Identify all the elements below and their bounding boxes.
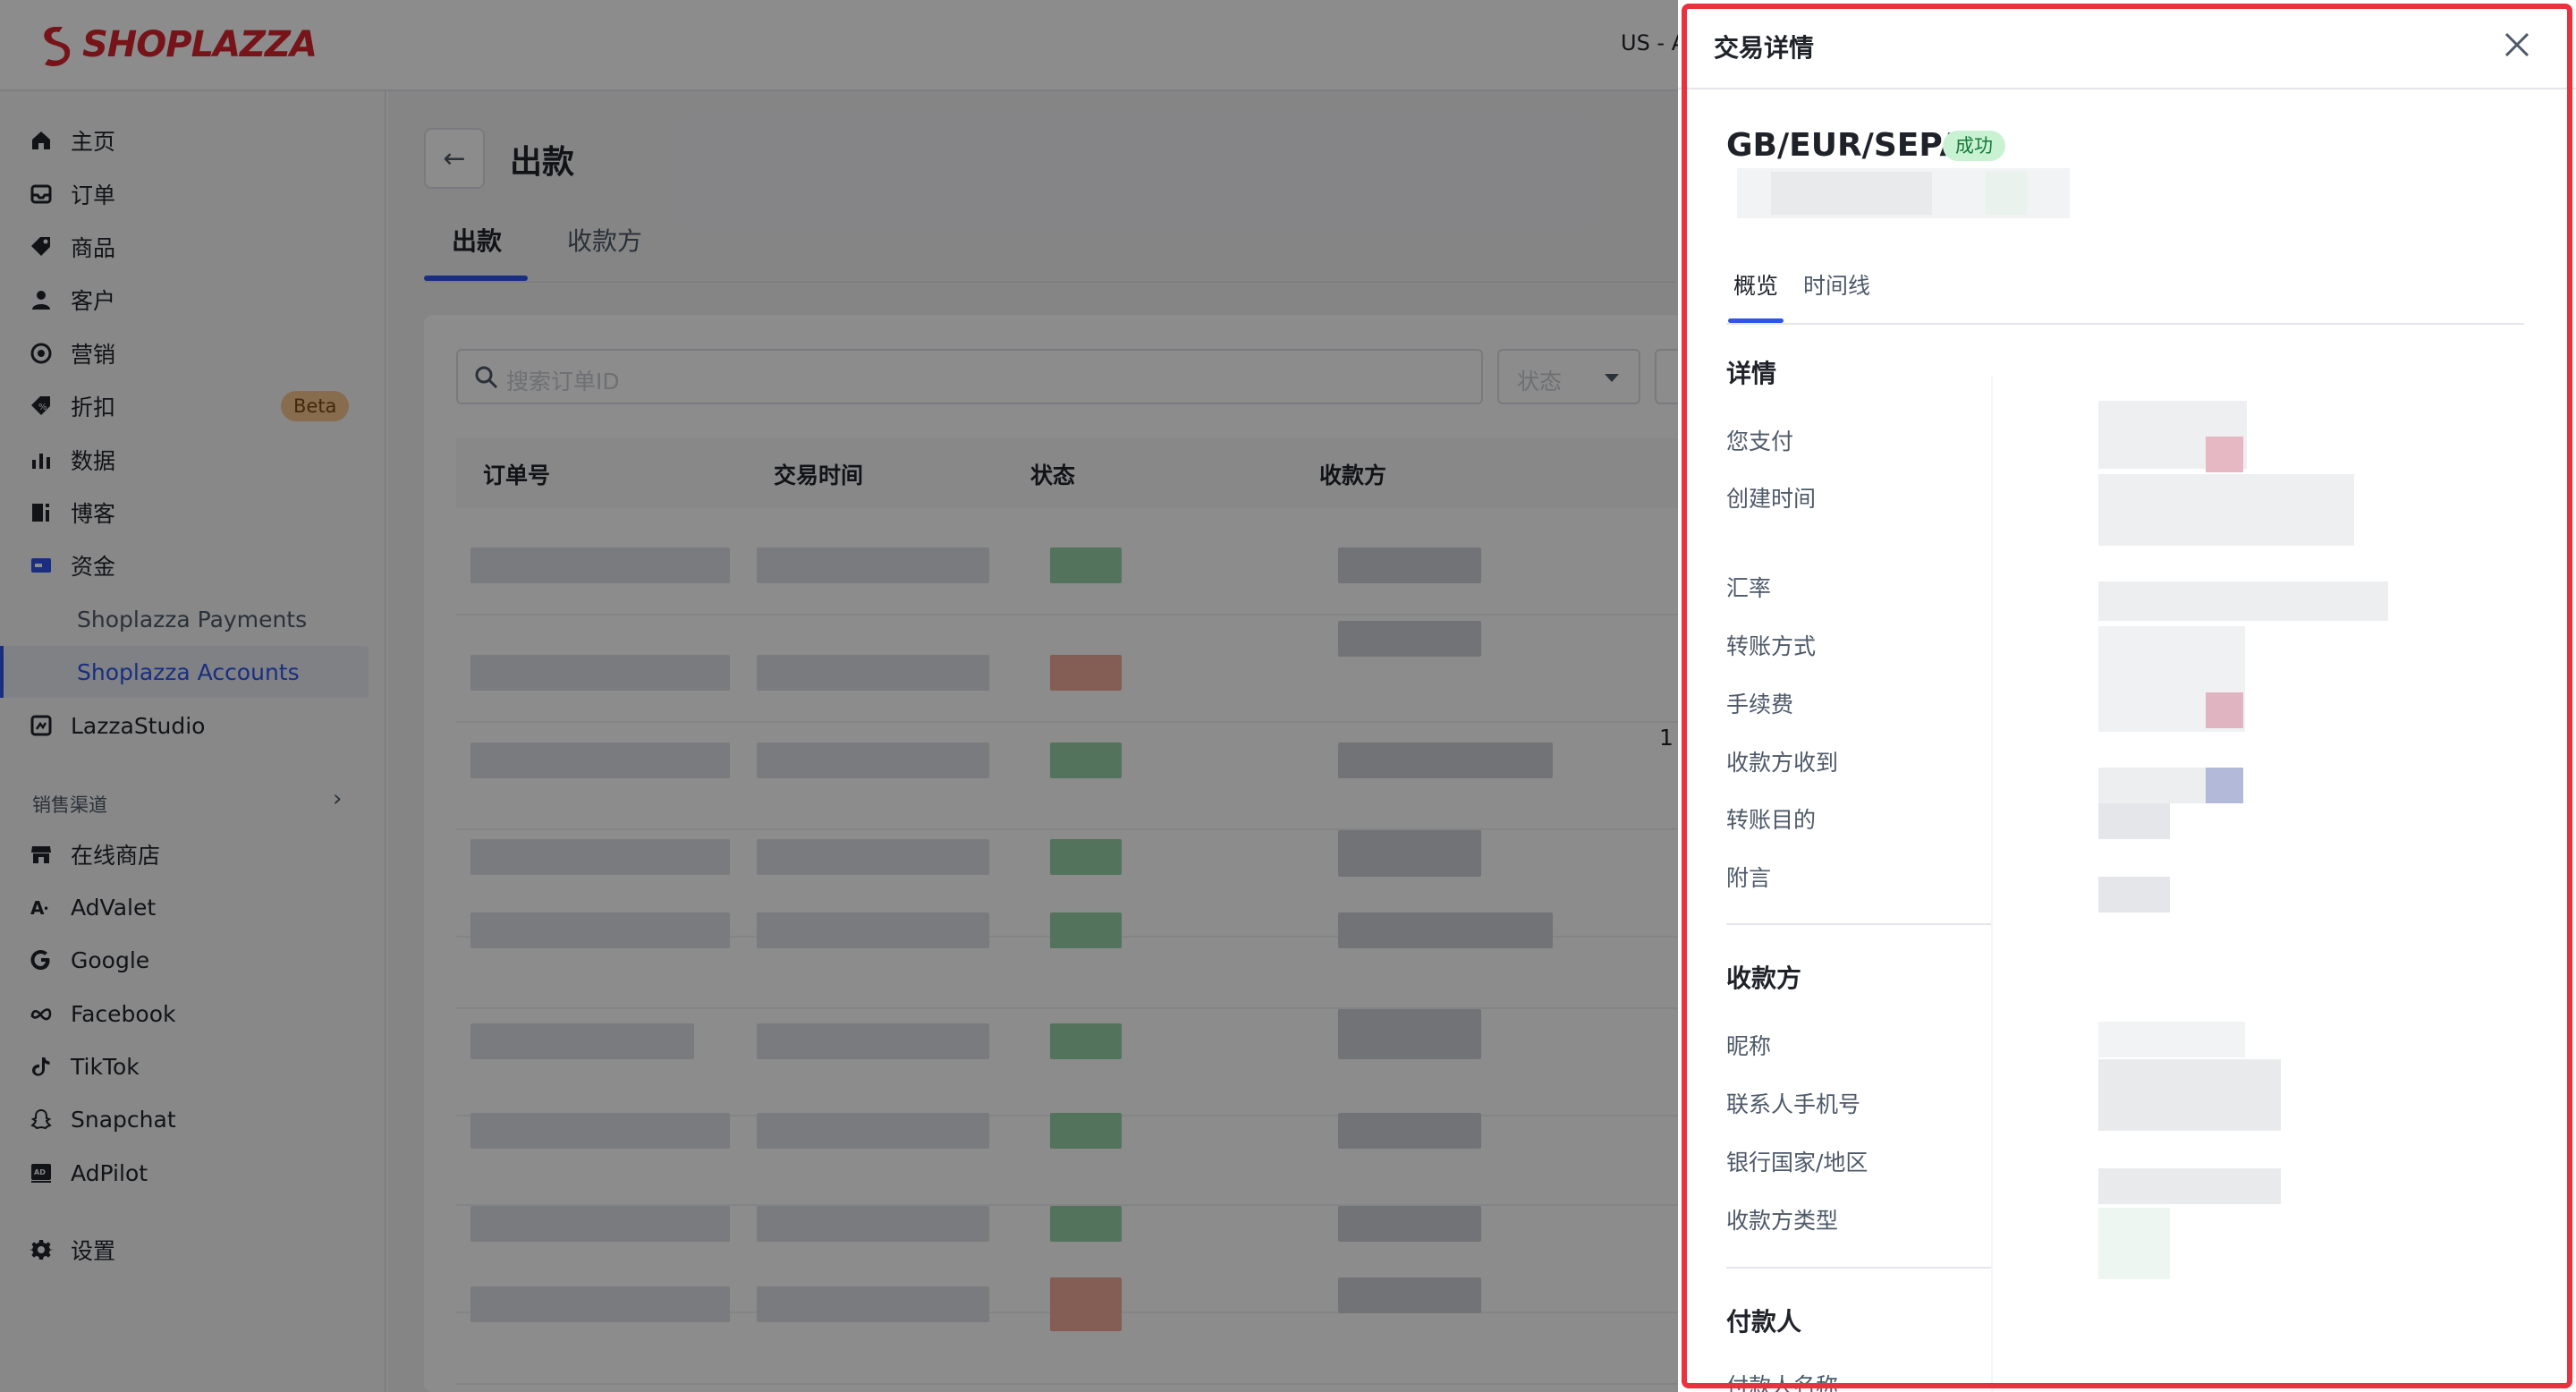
drawer-title: 交易详情 xyxy=(1714,33,1815,63)
redacted-value xyxy=(2206,768,2243,803)
payee-section-title: 收款方 xyxy=(1726,963,1802,993)
field-label-nickname: 昵称 xyxy=(1726,1033,1772,1059)
details-section-title: 详情 xyxy=(1726,359,1777,388)
close-button[interactable] xyxy=(2496,23,2538,66)
section-divider xyxy=(1726,923,1991,925)
field-label-contact-phone: 联系人手机号 xyxy=(1726,1091,1861,1117)
field-label-bank-country: 银行国家/地区 xyxy=(1726,1150,1868,1176)
field-label-created-time: 创建时间 xyxy=(1726,486,1817,512)
redacted-value xyxy=(2098,1168,2281,1204)
field-label-payee-receives: 收款方收到 xyxy=(1726,750,1839,776)
redacted-block xyxy=(1986,172,2027,215)
redacted-value xyxy=(2098,474,2354,546)
field-label-exchange-rate: 汇率 xyxy=(1726,575,1772,601)
redacted-value xyxy=(2098,581,2388,621)
section-divider xyxy=(1726,1267,1991,1269)
redacted-value xyxy=(2098,1022,2245,1057)
tab-timeline[interactable]: 时间线 xyxy=(1803,268,1870,301)
drawer-tabs-divider xyxy=(1726,323,2524,325)
field-label-payer-name: 付款人名称 xyxy=(1726,1373,1839,1392)
field-label-you-pay: 您支付 xyxy=(1726,429,1794,454)
redacted-block xyxy=(1771,172,1932,215)
app-root: SHOPLAZZA US - A 主页 订单 商品 客户 营销 % 折扣 Bet… xyxy=(0,0,2576,1392)
field-label-fee: 手续费 xyxy=(1726,692,1794,717)
field-label-remark: 附言 xyxy=(1726,865,1772,891)
redacted-value xyxy=(2098,803,2170,839)
status-badge: 成功 xyxy=(1943,131,2005,161)
payer-section-title: 付款人 xyxy=(1726,1307,1802,1337)
field-label-transfer-method: 转账方式 xyxy=(1726,633,1817,659)
active-tab-indicator xyxy=(1728,318,1784,323)
field-label-payee-type: 收款方类型 xyxy=(1726,1208,1839,1234)
transaction-route: GB/EUR/SEPA xyxy=(1726,127,1965,164)
close-icon xyxy=(2504,32,2529,57)
redacted-value xyxy=(2206,437,2243,472)
redacted-value xyxy=(2098,1208,2170,1279)
redacted-value xyxy=(2206,692,2243,728)
field-label-transfer-purpose: 转账目的 xyxy=(1726,807,1817,833)
redacted-value xyxy=(2098,877,2170,912)
column-divider xyxy=(1991,376,1993,1392)
redacted-value xyxy=(2098,1059,2281,1131)
tab-overview[interactable]: 概览 xyxy=(1733,268,1778,301)
